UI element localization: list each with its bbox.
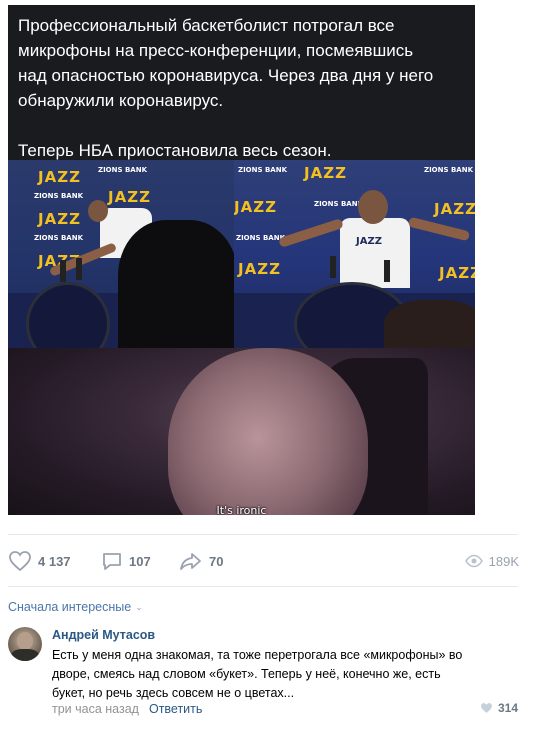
player-head [88,200,108,222]
microphone [384,260,390,282]
zions-bank-logo: ZIONS BANK [424,166,474,174]
views-count: 189K [488,553,519,569]
comment-text: Есть у меня одна знакомая, та тоже перет… [52,648,463,700]
meme-subtitle: It's ironic [216,504,267,515]
reporter-silhouette [384,300,475,348]
comment-like-button[interactable]: 314 [480,701,518,715]
jazz-logo: JAZZ [234,198,277,216]
jazz-logo: JAZZ [439,264,475,282]
zions-bank-logo: ZIONS BANK [314,200,364,208]
views-counter: 189K [464,549,519,573]
share-button[interactable]: 70 [179,549,223,573]
press-conference-photo-left: JAZZ ZIONS BANK ZIONS BANK JAZZ JAZZ ZIO… [8,160,234,348]
chevron-down-icon: ⌄ [135,601,143,612]
avatar-face [17,632,33,650]
divider [8,586,518,587]
comment-meta: три часа назад Ответить [52,702,202,716]
reply-button[interactable]: Ответить [149,702,202,716]
comment-icon [103,553,121,570]
eye-icon [464,554,483,568]
jazz-logo: JAZZ [108,188,151,206]
zions-bank-logo: ZIONS BANK [98,166,148,174]
microphone [330,256,336,278]
player-arm [407,216,471,242]
heart-icon [481,703,492,713]
zions-bank-logo: ZIONS BANK [34,234,84,242]
comments-sort-dropdown[interactable]: Сначала интересные ⌄ [8,600,143,614]
player-arm [278,218,344,248]
share-icon [180,553,201,570]
share-count: 70 [209,553,224,569]
jazz-logo: JAZZ [238,260,281,278]
zions-bank-logo: ZIONS BANK [238,166,288,174]
jersey-text: JAZZ [356,236,382,247]
post-image[interactable]: Профессиональный баскетболист потрогал в… [8,5,475,515]
player-head [358,190,388,224]
like-button[interactable]: 4 137 [8,549,71,573]
jazz-logo: JAZZ [434,200,475,218]
like-count: 4 137 [38,553,71,569]
comment-button[interactable]: 107 [101,549,151,573]
comment-like-count: 314 [497,701,518,715]
comment-time[interactable]: три часа назад [52,702,139,716]
reporter-silhouette [118,220,234,348]
sort-label: Сначала интересные [8,600,132,614]
microphone [60,260,66,282]
utah-jazz-seal [26,282,110,348]
zions-bank-logo: ZIONS BANK [236,234,286,242]
avatar-body [11,649,39,661]
post-caption: Профессиональный баскетболист потрогал в… [18,16,434,160]
player: JAZZ [340,218,410,288]
jazz-logo: JAZZ [38,210,81,228]
microphone [76,258,82,280]
comment-count: 107 [129,553,151,569]
jazz-logo: JAZZ [38,168,81,186]
heart-icon [9,551,31,572]
press-conference-photo-right: ZIONS BANK JAZZ ZIONS BANK JAZZ ZIONS BA… [234,160,475,348]
avatar[interactable] [8,627,42,661]
divider [8,534,518,535]
palpatine-meme-photo: It's ironic [8,348,475,515]
jazz-logo: JAZZ [304,164,347,182]
zions-bank-logo: ZIONS BANK [34,192,84,200]
comment-author[interactable]: Андрей Мутасов [52,628,155,642]
